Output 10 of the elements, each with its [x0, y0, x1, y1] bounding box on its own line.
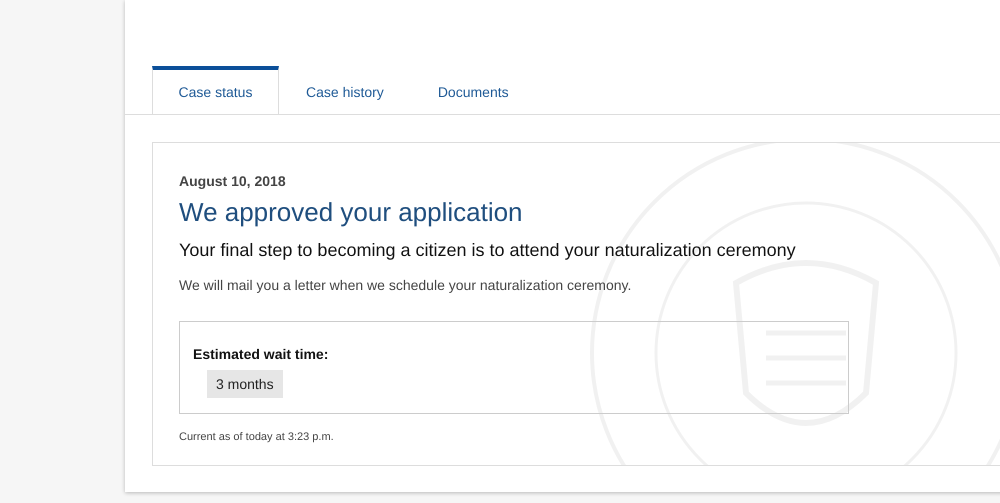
tab[interactable]: Case status: [152, 66, 279, 114]
wait-time-label: Estimated wait time:: [193, 346, 330, 362]
tab[interactable]: Case history: [279, 66, 411, 114]
status-title: We approved your application: [179, 197, 524, 228]
wait-time-value: 3 months: [207, 370, 283, 398]
tab[interactable]: Documents: [410, 66, 536, 114]
updated-time: Current as of today at 3:23 p.m.: [179, 431, 335, 443]
status-date: August 10, 2018: [179, 173, 287, 189]
status-message: We will mail you a letter when we schedule your naturalization ceremony.: [179, 277, 632, 293]
status-subtitle: Your final step to becoming a citizen is to attend your naturalization ceremony: [179, 240, 797, 261]
